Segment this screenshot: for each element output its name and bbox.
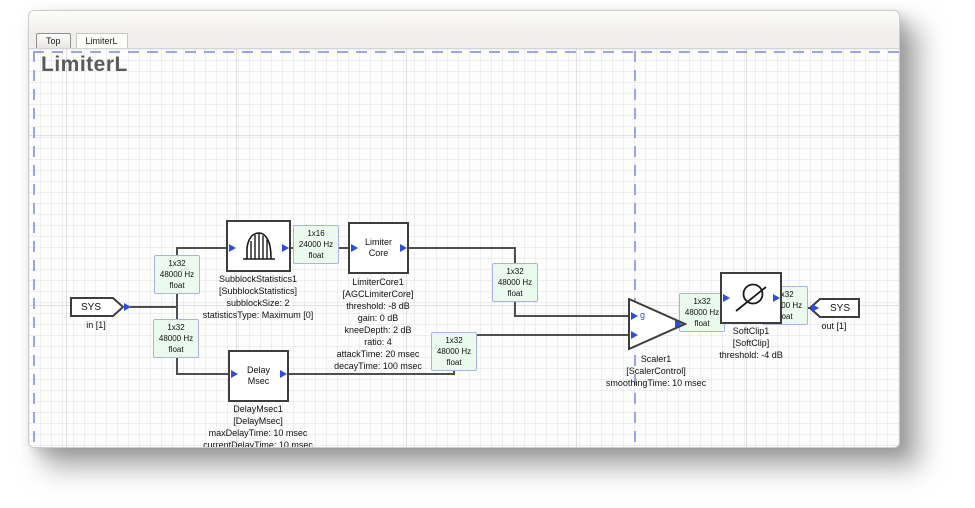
output-pin-icon[interactable] (400, 244, 407, 252)
wire-format-label: 1x32 48000 Hz float (492, 263, 538, 302)
window-titlebar (29, 11, 899, 31)
sys-output-label: SYS (820, 303, 860, 314)
tab-top[interactable]: Top (36, 33, 71, 48)
wire-format-label: 1x16 24000 Hz float (293, 225, 339, 264)
block-caption: DelayMsec1 [DelayMsec] maxDelayTime: 10 … (173, 403, 343, 448)
wire-segment (409, 247, 516, 249)
output-pin-icon[interactable] (773, 294, 780, 302)
wire-segment (514, 315, 631, 317)
tab-bar: Top LimiterL (29, 31, 899, 49)
input-pin-icon[interactable] (631, 312, 638, 320)
softclip-curve-icon (730, 279, 772, 317)
page-boundary-top (33, 51, 899, 53)
block-caption: LimiterCore1 [AGCLimiterCore] threshold:… (293, 276, 463, 372)
page-boundary-left (33, 51, 35, 448)
subsystem-title: LimiterL (41, 53, 128, 77)
output-pin-icon[interactable] (124, 303, 131, 311)
gain-pin-label: g (640, 311, 645, 320)
input-pin-icon[interactable] (351, 244, 358, 252)
input-pin-icon[interactable] (812, 304, 819, 312)
wire-segment (130, 306, 178, 308)
designer-window: Top LimiterL LimiterL 1x32 48000 Hz floa… (28, 10, 900, 448)
output-pin-icon[interactable] (282, 244, 289, 252)
wire-format-label: 1x32 48000 Hz float (153, 319, 199, 358)
input-pin-icon[interactable] (231, 370, 238, 378)
wire-segment (453, 334, 631, 336)
output-pin-icon[interactable] (675, 320, 682, 328)
wire-segment (176, 373, 230, 375)
input-pin-icon[interactable] (229, 244, 236, 252)
wire-segment (289, 373, 455, 375)
sys-input-label: SYS (70, 302, 112, 313)
histogram-icon (240, 229, 278, 263)
input-pin-icon[interactable] (723, 294, 730, 302)
output-pin-icon[interactable] (280, 370, 287, 378)
input-port-caption: in [1] (56, 319, 136, 331)
tab-limiterl[interactable]: LimiterL (76, 33, 128, 48)
design-canvas[interactable]: LimiterL 1x32 48000 Hz float 1x32 48000 … (29, 49, 899, 448)
output-port-caption: out [1] (794, 320, 874, 332)
input-pin-icon[interactable] (631, 331, 638, 339)
wire-segment (176, 247, 228, 249)
